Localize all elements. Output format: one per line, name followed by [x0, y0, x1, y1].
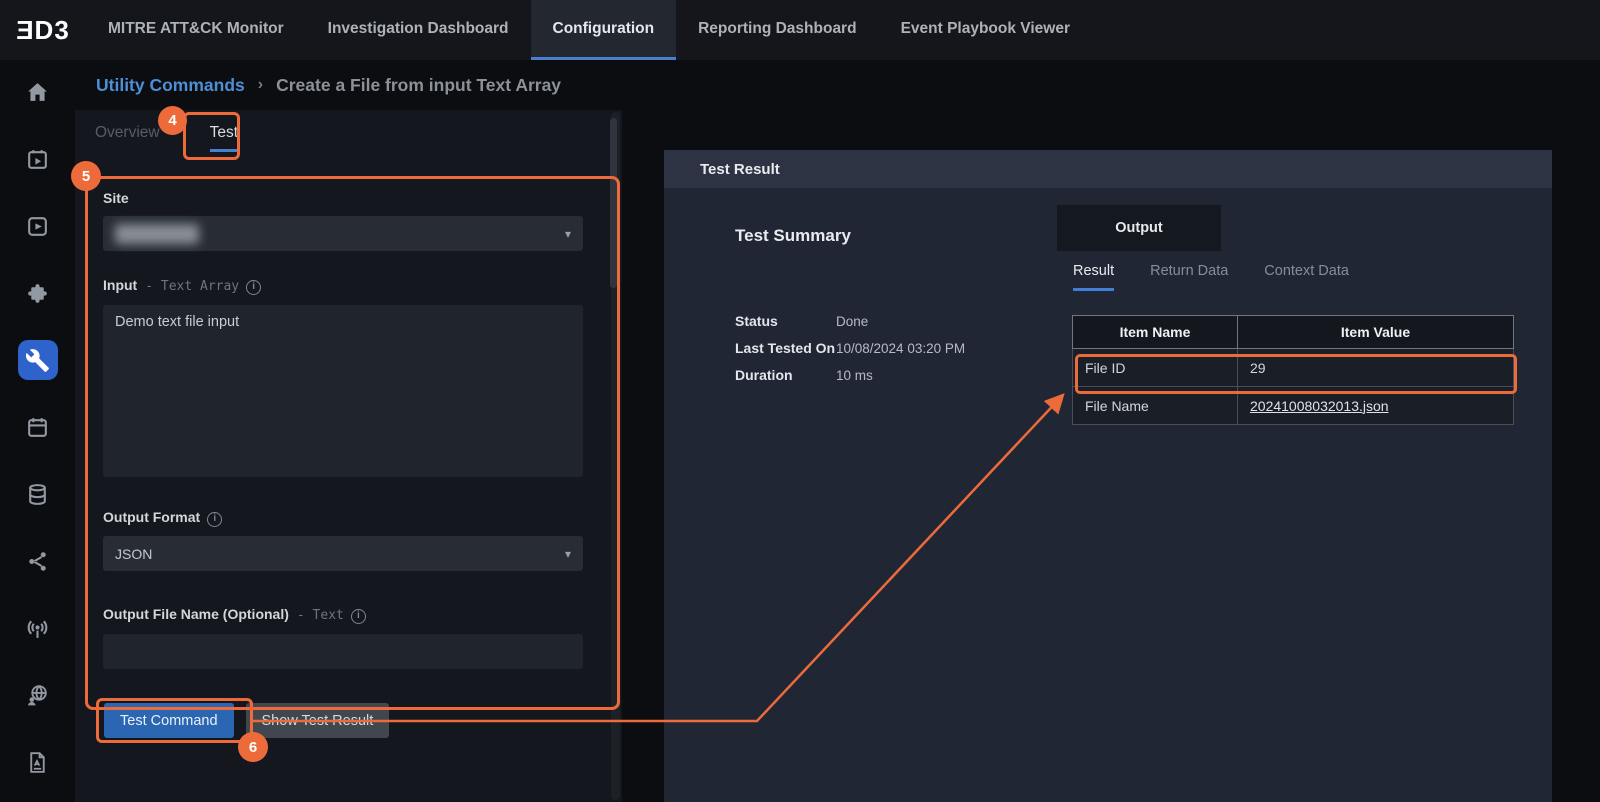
chevron-down-icon	[565, 547, 571, 561]
sidebar-item-audit-log[interactable]	[18, 742, 58, 782]
home-icon	[25, 80, 50, 105]
calendar-play-icon	[25, 147, 50, 172]
output-subtabs: Result Return Data Context Data	[1073, 263, 1349, 291]
summary-row-status: Status Done	[735, 313, 965, 329]
sidebar-item-utility-commands[interactable]	[18, 340, 58, 380]
video-file-icon	[25, 214, 50, 239]
table-row-file-name: File Name 20241008032013.json	[1073, 387, 1514, 425]
file-name-link[interactable]: 20241008032013.json	[1250, 398, 1389, 414]
status-label: Status	[735, 313, 836, 329]
sidebar-item-home[interactable]	[18, 72, 58, 112]
annotation-badge-4: 4	[158, 106, 187, 135]
input-label: Input- Text Array	[103, 277, 261, 295]
puzzle-icon	[25, 281, 50, 306]
output-format-dropdown[interactable]: JSON	[103, 536, 583, 571]
annotation-badge-5: 5	[71, 161, 101, 191]
tools-icon	[25, 348, 50, 373]
top-nav: ƎD3 MITRE ATT&CK Monitor Investigation D…	[0, 0, 1600, 60]
output-file-name-label: Output File Name (Optional)- Text	[103, 606, 366, 624]
site-label: Site	[103, 190, 129, 206]
breadcrumb-current-page: Create a File from input Text Array	[276, 75, 561, 96]
sidebar-item-incident-monitor[interactable]	[18, 139, 58, 179]
last-tested-value: 10/08/2024 03:20 PM	[836, 341, 965, 356]
output-format-label: Output Format	[103, 509, 222, 527]
broadcast-icon	[25, 616, 50, 641]
test-summary-rows: Status Done Last Tested On 10/08/2024 03…	[735, 313, 965, 383]
file-name-name-cell: File Name	[1073, 387, 1238, 425]
output-file-name-input[interactable]	[103, 634, 583, 669]
nav-item-configuration[interactable]: Configuration	[531, 0, 677, 60]
table-row-file-id: File ID 29	[1073, 349, 1514, 387]
duration-value: 10 ms	[836, 368, 873, 383]
output-file-name-type-hint: - Text	[297, 608, 344, 623]
duration-label: Duration	[735, 367, 836, 383]
annotation-badge-6: 6	[238, 732, 268, 762]
command-test-panel: Overview Test Site Input- Text Array Dem…	[75, 110, 622, 802]
status-value: Done	[836, 314, 868, 329]
breadcrumb-utility-commands[interactable]: Utility Commands	[96, 75, 245, 96]
test-result-header: Test Result	[664, 150, 1552, 188]
site-dropdown[interactable]	[103, 216, 583, 251]
info-icon[interactable]	[207, 512, 222, 527]
input-type-hint: - Text Array	[145, 279, 239, 294]
item-name-header: Item Name	[1073, 316, 1238, 349]
nav-item-investigation-dashboard[interactable]: Investigation Dashboard	[306, 0, 531, 60]
page: ƎD3 MITRE ATT&CK Monitor Investigation D…	[0, 0, 1600, 802]
database-icon	[25, 482, 50, 507]
test-result-title: Test Result	[700, 161, 780, 178]
nav-item-reporting-dashboard[interactable]: Reporting Dashboard	[676, 0, 878, 60]
sidebar-item-connections[interactable]	[18, 541, 58, 581]
left-panel-scrollbar[interactable]	[611, 112, 620, 800]
sidebar-item-schedules[interactable]	[18, 407, 58, 447]
d3-logo: ƎD3	[0, 0, 86, 60]
subtab-context-data[interactable]: Context Data	[1264, 263, 1349, 291]
file-id-name-cell: File ID	[1073, 349, 1238, 387]
breadcrumb-separator-icon: ›	[258, 76, 263, 94]
sidebar-item-live-feeds[interactable]	[18, 608, 58, 648]
breadcrumb: Utility Commands › Create a File from in…	[0, 60, 1600, 110]
output-format-value: JSON	[115, 546, 152, 562]
tab-overview[interactable]: Overview	[95, 124, 160, 152]
info-icon[interactable]	[351, 609, 366, 624]
nav-item-event-playbook-viewer[interactable]: Event Playbook Viewer	[879, 0, 1092, 60]
test-summary-heading: Test Summary	[735, 226, 851, 246]
file-id-value-cell: 29	[1238, 349, 1514, 387]
output-result-table: Item Name Item Value File ID 29 File Nam…	[1072, 315, 1514, 425]
tab-output[interactable]: Output	[1057, 205, 1221, 251]
item-value-header: Item Value	[1238, 316, 1514, 349]
summary-row-duration: Duration 10 ms	[735, 367, 965, 383]
calendar-icon	[25, 415, 50, 440]
last-tested-label: Last Tested On	[735, 340, 836, 356]
sidebar-item-user-globe[interactable]	[18, 675, 58, 715]
subtab-result[interactable]: Result	[1073, 263, 1114, 291]
share-nodes-icon	[25, 549, 50, 574]
site-value-redacted	[115, 224, 199, 244]
nav-item-mitre-attck-monitor[interactable]: MITRE ATT&CK Monitor	[86, 0, 306, 60]
tab-test[interactable]: Test	[210, 124, 238, 152]
document-signature-icon	[25, 750, 50, 775]
sidebar-item-playbooks[interactable]	[18, 206, 58, 246]
chevron-down-icon	[565, 227, 571, 241]
show-test-result-button[interactable]: Show Test Result	[246, 703, 390, 738]
info-icon[interactable]	[246, 280, 261, 295]
test-command-button[interactable]: Test Command	[104, 703, 234, 738]
test-result-panel: Test Result Test Summary Status Done Las…	[664, 150, 1552, 802]
table-header-row: Item Name Item Value	[1073, 316, 1514, 349]
left-panel-scrollbar-thumb[interactable]	[610, 118, 617, 288]
sidebar-item-data-management[interactable]	[18, 474, 58, 514]
input-textarea[interactable]: Demo text file input	[103, 305, 583, 477]
subtab-return-data[interactable]: Return Data	[1150, 263, 1228, 291]
sidebar-item-integrations[interactable]	[18, 273, 58, 313]
summary-row-last-tested: Last Tested On 10/08/2024 03:20 PM	[735, 340, 965, 356]
icon-sidebar	[0, 60, 75, 802]
globe-user-icon	[25, 683, 50, 708]
top-nav-items: MITRE ATT&CK Monitor Investigation Dashb…	[86, 0, 1092, 60]
